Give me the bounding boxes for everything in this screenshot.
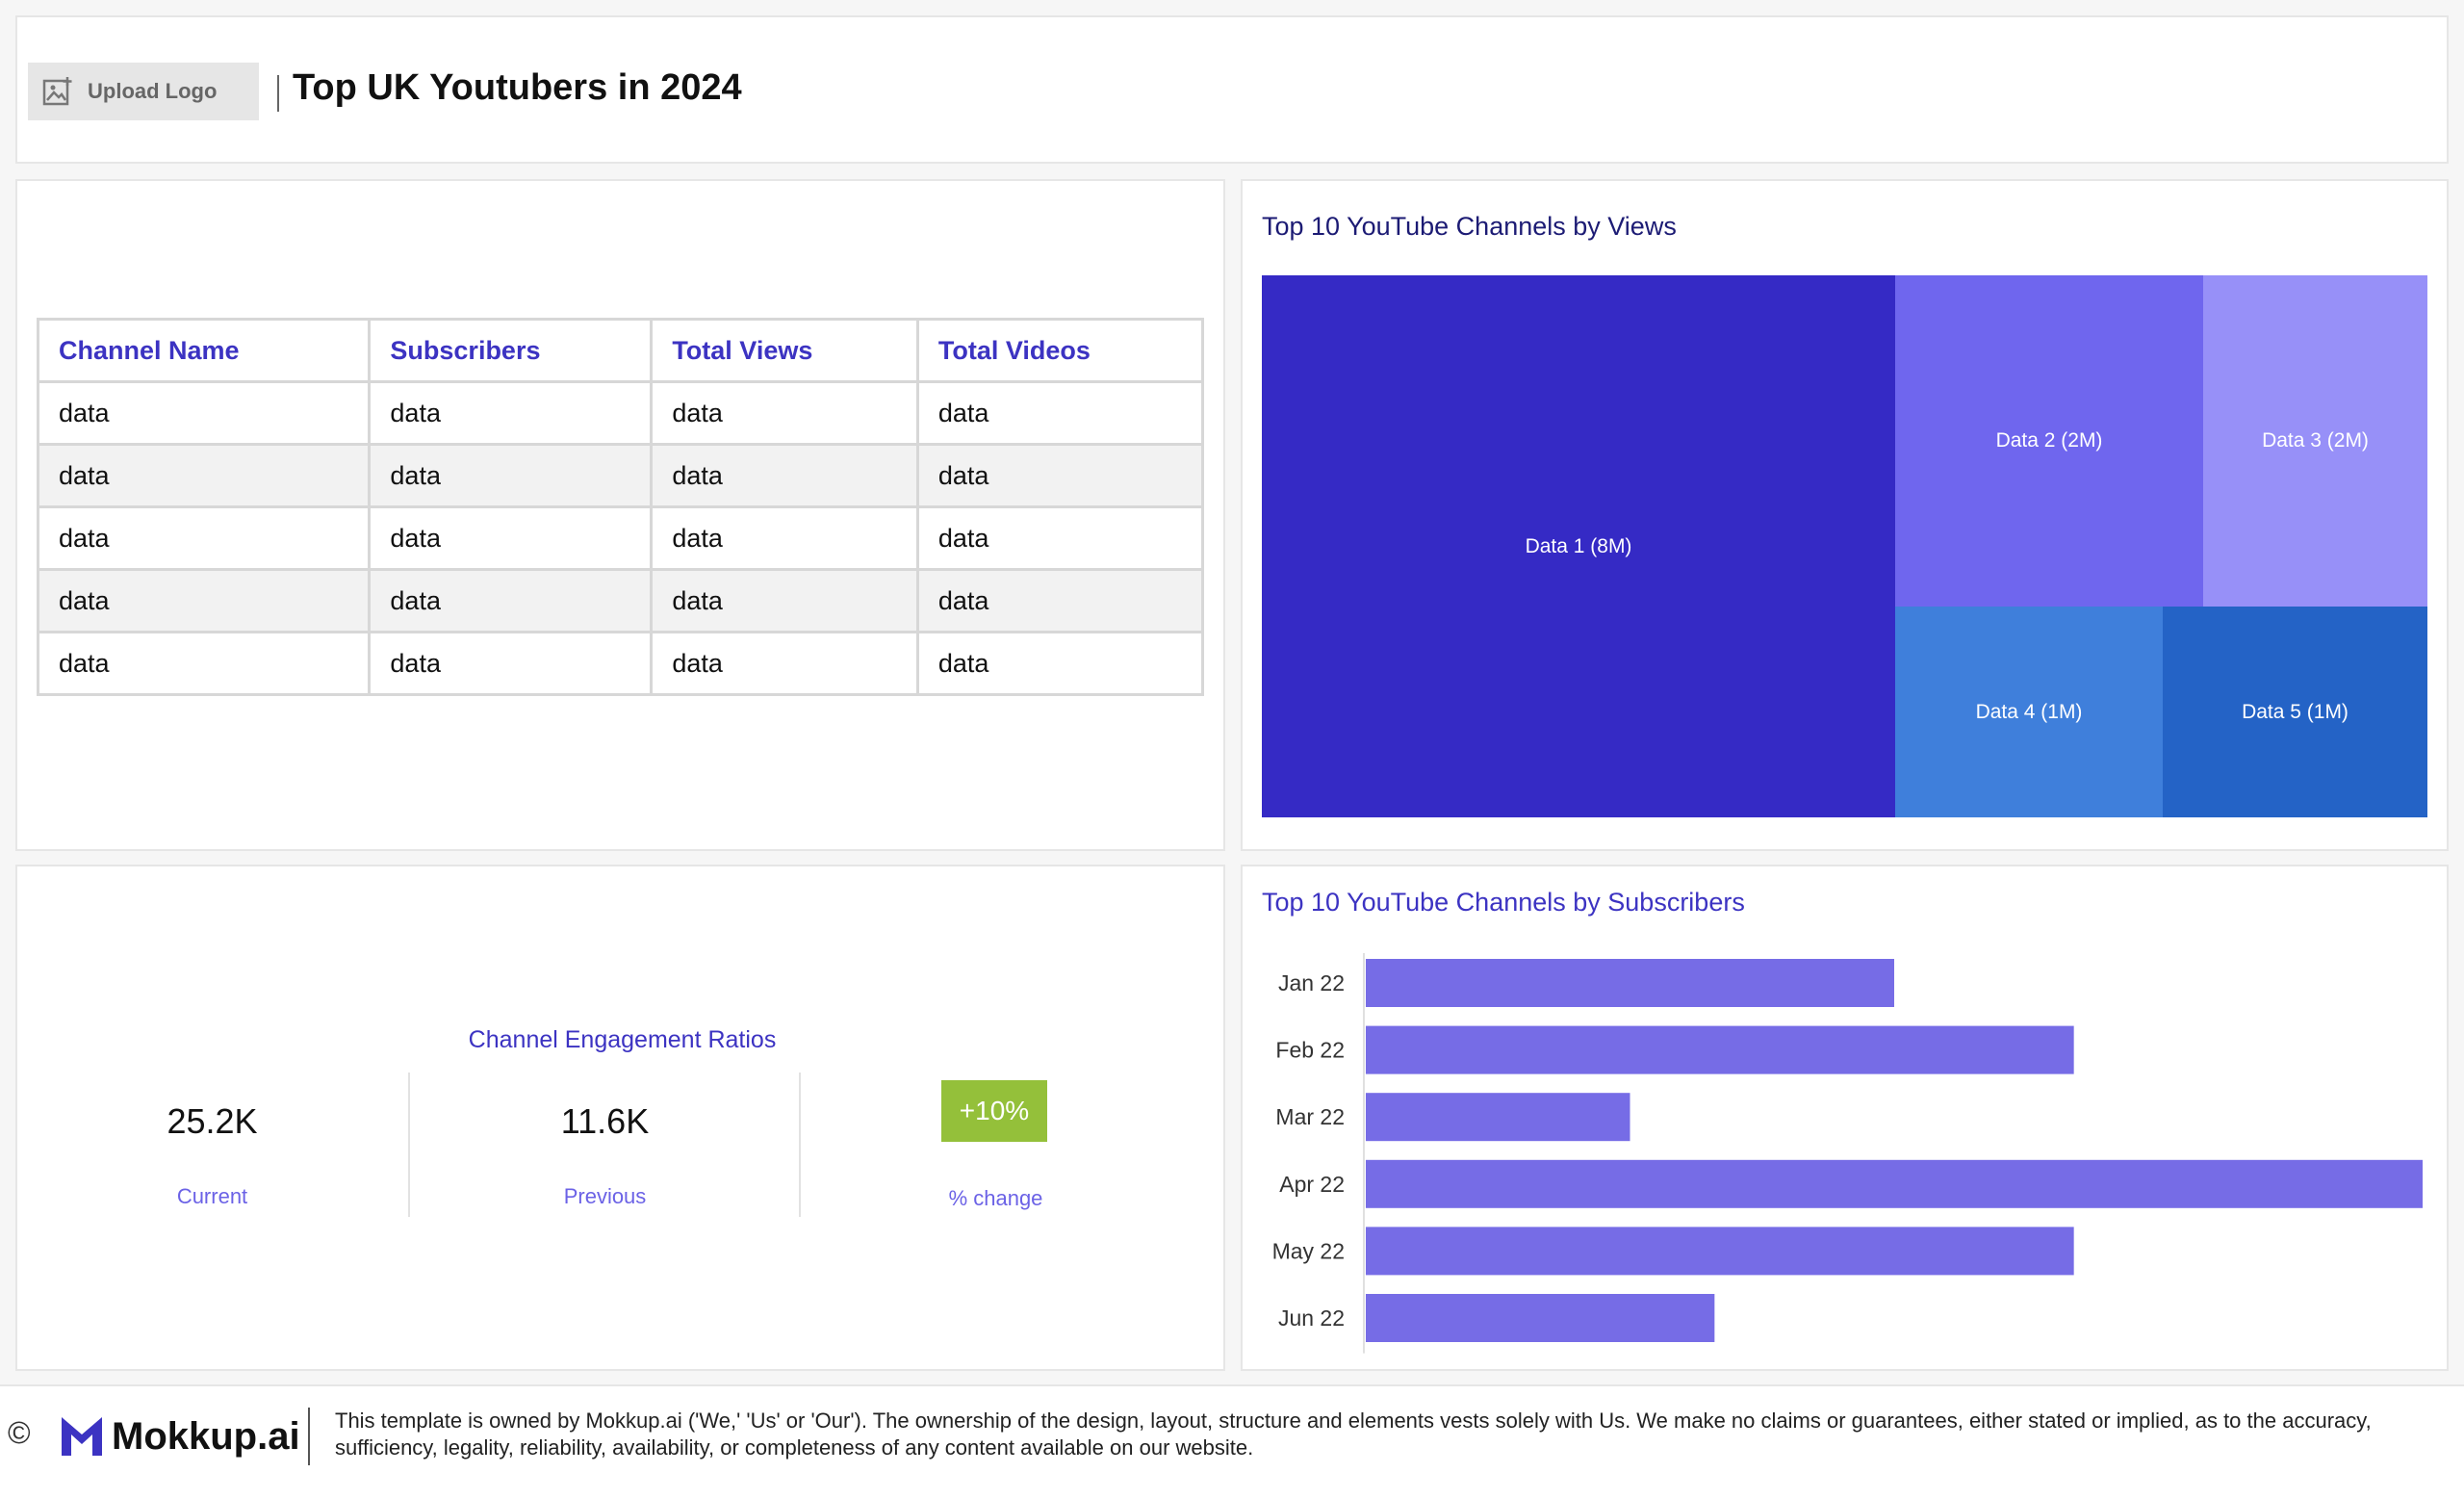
metric-current: 25.2K Current [17,1073,407,1217]
treemap-tile-data-3[interactable]: Data 3 (2M) [2203,275,2427,607]
table-row: data data data data [36,505,1205,571]
treemap-tile-label: Data 3 (2M) [2262,429,2369,452]
bar-feb-22[interactable] [1366,1025,2074,1074]
header-divider [277,75,279,112]
treemap-tile-data-1[interactable]: Data 1 (8M) [1262,275,1895,817]
table-row: data data data data [36,380,1205,446]
footer-divider [308,1408,310,1465]
category-tick-label: May 22 [1272,1238,1345,1263]
engagement-card: Channel Engagement Ratios 25.2K Current … [15,865,1225,1371]
table-cell: data [915,505,1205,571]
treemap-tile-data-5[interactable]: Data 5 (1M) [2163,607,2427,817]
channel-table-card: Channel Name Subscribers Total Views Tot… [15,179,1225,851]
bar-jan-22[interactable] [1366,959,1894,1007]
column-header-total-views[interactable]: Total Views [650,318,919,383]
table-row: data data data data [36,443,1205,508]
table-cell: data [650,443,919,508]
change-badge: +10% [941,1080,1047,1142]
table-cell: data [650,380,919,446]
bar-may-22[interactable] [1366,1227,2074,1276]
column-header-subscribers[interactable]: Subscribers [368,318,654,383]
table-cell: data [368,380,654,446]
previous-value: 11.6K [560,1101,650,1141]
treemap-tile-label: Data 5 (1M) [2242,700,2348,723]
previous-label: Previous [563,1184,647,1208]
channel-table: Channel Name Subscribers Total Views Tot… [36,318,1205,696]
table-header-row: Channel Name Subscribers Total Views Tot… [36,318,1205,383]
table-cell: data [650,505,919,571]
metric-previous: 11.6K Previous [408,1073,800,1217]
table-row: data data data data [36,631,1205,696]
copyright-symbol: © [8,1415,31,1450]
current-value: 25.2K [167,1101,258,1141]
treemap-tile-label: Data 2 (2M) [1995,429,2103,452]
page-title: Top UK Youtubers in 2024 [293,67,742,108]
category-tick-label: Jan 22 [1278,970,1345,995]
image-upload-icon [42,77,72,106]
column-header-channel-name[interactable]: Channel Name [36,318,372,383]
mokkup-logo-icon [62,1417,102,1456]
treemap-tile-data-4[interactable]: Data 4 (1M) [1895,607,2163,817]
treemap-tile-label: Data 1 (8M) [1525,534,1632,557]
category-tick-label: Mar 22 [1275,1104,1345,1129]
upload-logo-label: Upload Logo [88,79,218,103]
upload-logo-button[interactable]: Upload Logo [28,63,259,120]
table-cell: data [36,631,372,696]
disclaimer-text: This template is owned by Mokkup.ai ('We… [335,1409,2372,1460]
metric-change: +10% % change [799,1073,1191,1217]
bar-mar-22[interactable] [1366,1093,1630,1142]
table-cell: data [368,443,654,508]
table-cell: data [650,631,919,696]
category-tick-label: Feb 22 [1275,1038,1345,1063]
table-cell: data [368,631,654,696]
treemap-title: Top 10 YouTube Channels by Views [1262,212,1677,241]
table-cell: data [650,568,919,633]
category-tick-label: Jun 22 [1278,1305,1345,1331]
views-treemap-card: Top 10 YouTube Channels by Views Data 1 … [1241,179,2449,851]
column-header-total-videos[interactable]: Total Videos [915,318,1205,383]
engagement-title: Channel Engagement Ratios [468,1026,777,1053]
table-cell: data [915,380,1205,446]
footer: © Mokkup.ai This template is owned by Mo… [0,1384,2464,1499]
subscribers-bar-chart-card: Top 10 YouTube Channels by Subscribers J… [1241,865,2449,1371]
header-card: Upload Logo Top UK Youtubers in 2024 [15,15,2449,164]
table-cell: data [36,443,372,508]
table-cell: data [36,505,372,571]
category-tick-label: Apr 22 [1279,1172,1345,1197]
table-cell: data [368,568,654,633]
table-cell: data [915,568,1205,633]
views-treemap: Data 1 (8M) Data 2 (2M) Data 3 (2M) Data… [1262,275,2427,817]
treemap-tile-data-2[interactable]: Data 2 (2M) [1895,275,2203,607]
table-cell: data [36,380,372,446]
subscribers-bar-chart: Jan 22 Feb 22 Mar 22 Apr 22 May 22 Jun 22 [1272,953,2423,1354]
bar-apr-22[interactable] [1366,1159,2423,1208]
table-cell: data [368,505,654,571]
bar-jun-22[interactable] [1366,1294,1715,1342]
treemap-tile-label: Data 4 (1M) [1975,700,2083,723]
change-label: % change [948,1186,1043,1210]
table-row: data data data data [36,568,1205,633]
table-cell: data [915,631,1205,696]
brand-name: Mokkup.ai [112,1415,300,1458]
table-cell: data [36,568,372,633]
current-label: Current [176,1184,248,1208]
table-cell: data [915,443,1205,508]
